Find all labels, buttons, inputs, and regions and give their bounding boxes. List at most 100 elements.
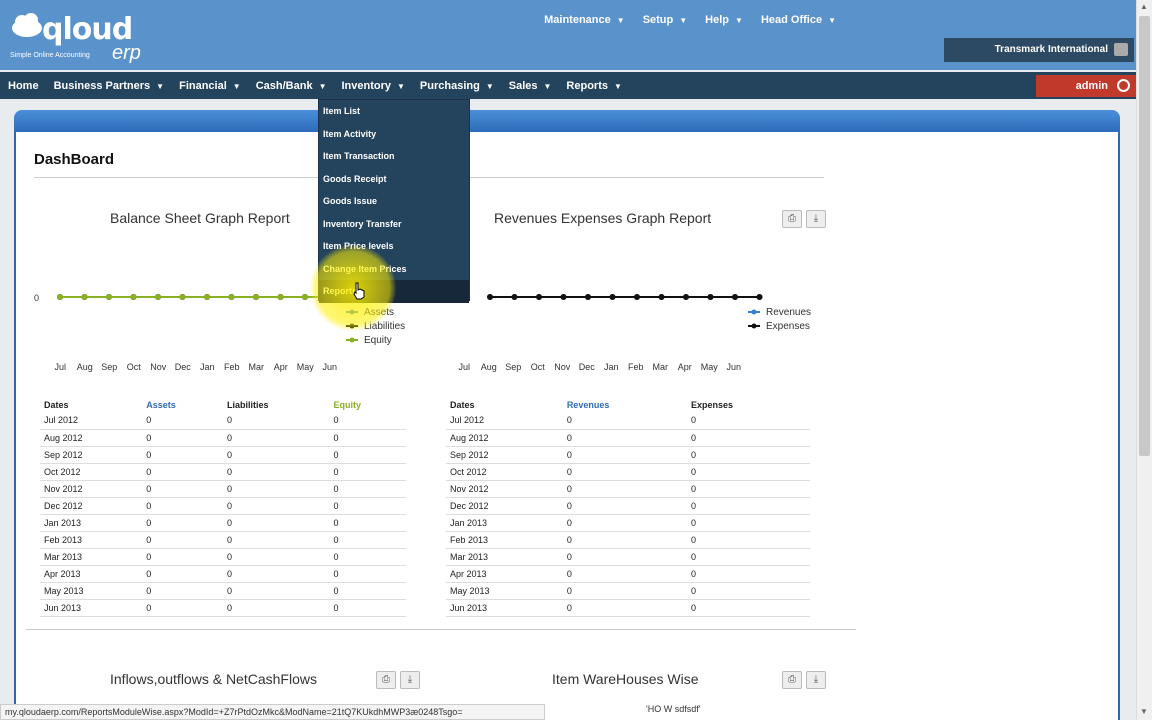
x-tick-label: Nov [554,362,571,372]
table-cell: 0 [329,429,406,447]
download-icon[interactable]: ⤓ [400,671,420,689]
logo[interactable]: qloud erp Simple Online Accounting [8,8,158,64]
download-icon[interactable]: ⤓ [806,671,826,689]
top-menu-head-office[interactable]: Head Office ▼ [761,14,836,26]
print-icon[interactable]: ⎙ [782,671,802,689]
table-row: Oct 2012 0 0 0 [40,463,406,481]
data-point [277,294,284,300]
x-tick-label: Sep [101,362,118,372]
table-cell: 0 [142,548,224,566]
legend-label: Expenses [766,321,810,332]
menu-item-item-activity[interactable]: Item Activity [319,123,469,146]
table-cell: 0 [142,446,224,464]
table-cell: 0 [142,429,224,447]
top-menu-label: Maintenance [544,14,611,26]
scroll-up-icon[interactable]: ▲ [1140,2,1148,11]
chevron-down-icon: ▼ [543,81,552,91]
chevron-down-icon: ▼ [397,81,405,91]
nav-cash-bank[interactable]: Cash/Bank ▼ [256,80,327,92]
nav-business-partners[interactable]: Business Partners ▼ [54,80,165,92]
print-icon[interactable]: ⎙ [782,210,802,228]
table-cell: 0 [687,480,810,498]
menu-item-goods-receipt[interactable]: Goods Receipt [319,168,469,191]
nav-reports[interactable]: Reports ▼ [566,80,621,92]
top-menu-help[interactable]: Help ▼ [705,14,743,26]
x-tick-label: Nov [150,362,167,372]
table-cell: Jun 2013 [446,599,563,617]
table-cell: 0 [562,531,687,549]
table-row: Jul 2012 0 0 0 [40,412,406,430]
data-point [81,294,88,300]
nav-financial[interactable]: Financial ▼ [179,80,241,92]
col-header-dates: Dates [44,400,69,410]
table-cell: 0 [142,565,224,583]
table-row: Jun 2013 0 0 0 [40,599,406,617]
chevron-down-icon: ▼ [318,81,327,91]
table-cell: 0 [562,582,687,600]
data-point [57,294,63,300]
x-tick-label: Jun [322,362,337,372]
table-cell: Oct 2012 [446,463,563,481]
table-row: Jul 2012 0 0 [446,412,810,430]
nav-label: Sales [508,79,538,92]
table-cell: 0 [687,565,810,583]
data-point [585,294,591,300]
table-cell: 0 [142,480,224,498]
vertical-scrollbar[interactable]: ▲ ▼ [1136,0,1152,720]
table-cell: Jun 2013 [40,599,143,617]
data-point [487,294,493,300]
nav-purchasing[interactable]: Purchasing ▼ [420,80,494,92]
menu-item-reports[interactable]: Reports [319,280,469,303]
legend-label: Liabilities [364,321,405,332]
main-nav: Home Business Partners ▼ Financial ▼ Cash/… [0,72,1136,99]
nav-home[interactable]: Home [8,80,39,92]
company-selector[interactable]: Transmark International [944,38,1134,62]
download-icon[interactable]: ⤓ [806,210,826,228]
table-row: Mar 2013 0 0 0 [40,548,406,566]
table-cell: 0 [329,463,406,481]
briefcase-icon [1114,43,1128,56]
table-cell: 0 [687,599,810,617]
table-cell: 0 [562,429,687,447]
cloud-logo-icon [12,13,42,37]
x-tick-label: Dec [174,362,191,372]
data-point [106,294,112,300]
scroll-down-icon[interactable]: ▼ [1140,707,1148,716]
nav-inventory[interactable]: Inventory ▼ [341,80,404,92]
x-tick-label: Dec [578,362,595,372]
nav-label: Purchasing [419,79,480,92]
data-point [155,294,161,300]
data-point [130,294,137,300]
table-cell: Sep 2012 [446,446,563,464]
x-tick-label: Sep [505,362,522,372]
x-tick-label: Mar [248,362,265,372]
table-cell: 0 [329,514,406,532]
menu-item-item-price-levels[interactable]: Item Price levels [319,235,469,258]
menu-item-change-item-prices[interactable]: Change Item Prices [319,258,469,281]
x-tick-label: Mar [652,362,669,372]
data-point [560,294,567,300]
legend-marker [751,323,757,329]
menu-item-item-list[interactable]: Item List [319,100,469,123]
revenues-expenses-title: Revenues Expenses Graph Report [494,210,712,226]
table-cell: 0 [223,412,330,430]
menu-item-inventory-transfer[interactable]: Inventory Transfer [319,213,469,236]
data-point [302,294,308,300]
table-cell: 0 [223,480,330,498]
chevron-down-icon: ▼ [616,16,625,25]
table-cell: 0 [223,599,330,617]
top-menu-maintenance[interactable]: Maintenance ▼ [544,14,625,26]
nav-sales[interactable]: Sales ▼ [509,80,552,92]
admin-logout-button[interactable]: admin [1036,75,1136,97]
table-cell: 0 [142,514,224,532]
table-row: Dec 2012 0 0 [446,497,810,515]
top-menu-setup[interactable]: Setup ▼ [643,14,687,26]
menu-item-goods-issue[interactable]: Goods Issue [319,190,469,213]
data-point [179,294,186,300]
menu-item-item-transaction[interactable]: Item Transaction [319,145,469,168]
chevron-down-icon: ▼ [485,81,494,91]
inventory-dropdown-menu: Item List Item Activity Item Transaction… [318,99,470,303]
scrollbar-thumb[interactable] [1139,16,1150,456]
table-cell: 0 [562,412,687,430]
print-icon[interactable]: ⎙ [376,671,396,689]
